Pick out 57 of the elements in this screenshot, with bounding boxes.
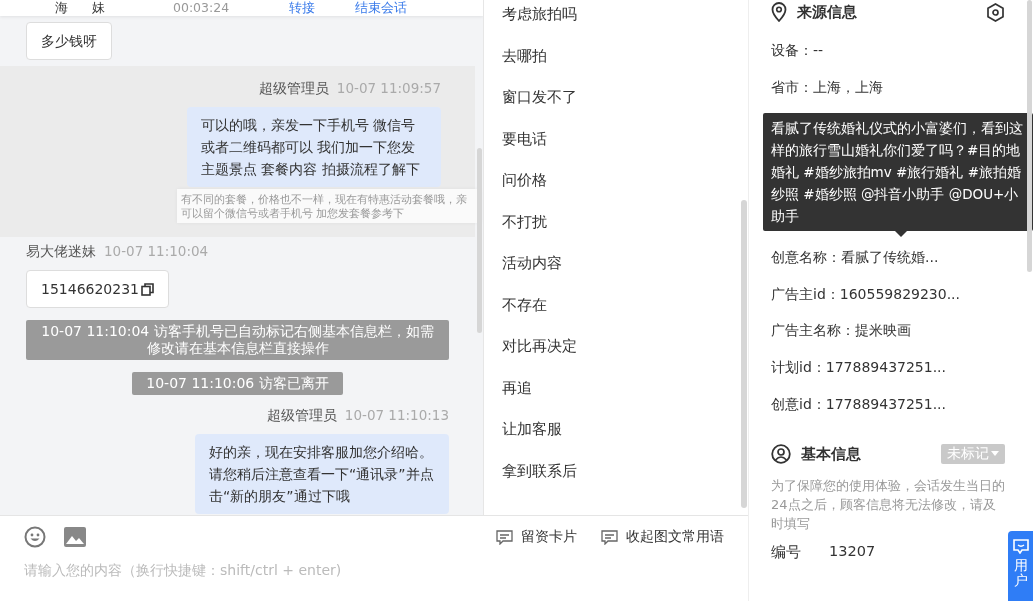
quick-phrase[interactable]: 活动内容	[484, 253, 748, 295]
card-icon	[601, 529, 618, 545]
emoji-icon[interactable]	[24, 526, 46, 548]
info-row: 省市：上海，上海	[771, 78, 883, 95]
message-text: 多少钱呀	[41, 32, 97, 51]
info-row: 创意id：177889437251...	[771, 395, 946, 412]
message-time: 10-07 11:10:04	[104, 243, 209, 261]
field-label: 编号	[771, 543, 801, 563]
quick-phrase[interactable]: 让加客服	[484, 419, 748, 461]
visitor-name: 妹	[92, 0, 105, 16]
tooltip: 看腻了传统婚礼仪式的小富婆们，看到这样的旅行雪山婚礼你们爱了吗？#目的地婚礼 #婚纱旅拍mv #旅行婚礼 #旅拍婚纱照 #婚纱照 @抖音小助手 @DOU+小助手	[763, 113, 1033, 232]
user-icon	[771, 444, 791, 465]
image-icon[interactable]	[64, 527, 86, 547]
info-row: 广告主id：160559829230...	[771, 285, 960, 302]
card-icon	[496, 529, 513, 545]
quick-phrase[interactable]: 去哪拍	[484, 45, 748, 87]
section-title: 来源信息	[797, 2, 858, 22]
quick-phrase[interactable]: 考虑旅拍吗	[484, 4, 748, 46]
message-time: 10-07 11:09:57	[336, 80, 441, 98]
caret-icon	[991, 451, 999, 458]
quick-phrase[interactable]: 对比再决定	[484, 336, 748, 378]
system-notice: 10-07 11:10:06 访客已离开	[132, 372, 343, 395]
quick-phrase[interactable]: 再追	[484, 377, 748, 419]
field-value: 13207	[829, 543, 876, 562]
system-notice: 10-07 11:10:04 访客手机号已自动标记右侧基本信息栏，如需修改请在基本信息栏直接操作	[26, 320, 449, 360]
agent-message-bubble: 好的亲，现在安排客服加您介绍哈。请您稍后注意查看一下“通讯录”并点击“新的朋友”通过下哦	[195, 434, 449, 514]
message-input[interactable]: 请输入您的内容（换行快捷键：shift/ctrl + enter)	[24, 562, 624, 578]
sender-name: 超级管理员	[258, 80, 329, 98]
info-row: 创意名称：看腻了传统婚...	[771, 249, 939, 266]
agent-message-bubble: 可以的哦，亲发一下手机号 微信号或者二维码都可以 我们加一下您发主题景点 套餐内容 拍摄流程了解下	[187, 107, 441, 187]
user-panel-button[interactable]: 用户	[1008, 531, 1033, 601]
header-link[interactable]: 结束会话	[355, 0, 408, 16]
info-row: 广告主名称：提米映画	[771, 322, 911, 339]
toolbar-button[interactable]: 留资卡片	[496, 528, 577, 546]
sender-name: 易大佬迷妹	[26, 243, 96, 261]
quick-phrase[interactable]: 问价格	[484, 170, 748, 212]
copy-icon[interactable]	[141, 282, 154, 296]
location-pin-icon	[771, 2, 787, 22]
chat-icon	[1012, 539, 1029, 554]
header-link[interactable]: 转接	[289, 0, 316, 16]
session-duration: 00:03:24	[173, 0, 230, 16]
info-row: 计划id：177889437251...	[771, 358, 946, 375]
quick-phrase[interactable]: 拿到联系后	[484, 460, 748, 502]
message-text: 15146620231	[41, 280, 139, 299]
section-title: 基本信息	[801, 444, 862, 464]
quick-phrase[interactable]: 窗口发不了	[484, 87, 748, 129]
message-time: 10-07 11:10:13	[344, 407, 449, 425]
settings-icon[interactable]	[986, 2, 1005, 22]
quick-phrase[interactable]: 不打扰	[484, 211, 748, 253]
visitor-name: 海	[55, 0, 68, 16]
sender-name: 超级管理员	[266, 407, 337, 425]
tooltip-pointer	[895, 231, 907, 238]
toolbar-button[interactable]: 收起图文常用语	[601, 528, 724, 546]
notice-text: 为了保障您的使用体验，会话发生当日的24点之后，顾客信息将无法修改，请及时填写	[771, 477, 1005, 534]
info-row: 设备：--	[771, 42, 824, 58]
quick-phrase[interactable]: 不存在	[484, 294, 748, 336]
quick-phrase[interactable]: 要电话	[484, 128, 748, 170]
